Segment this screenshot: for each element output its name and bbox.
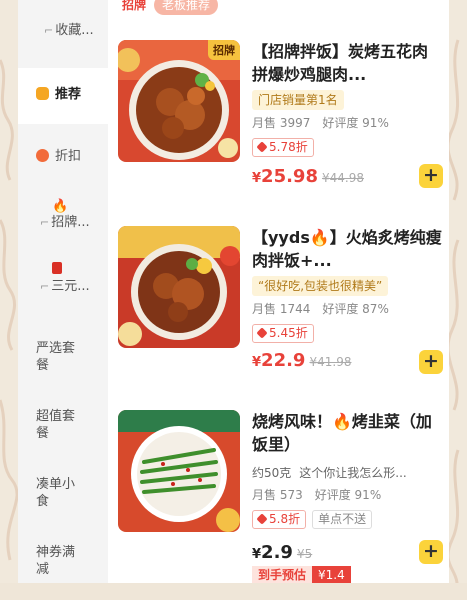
product-desc: 约50克 这个你让我怎么形... — [252, 464, 443, 482]
product-card[interactable]: 烧烤风味！🔥烤韭菜（加饭里） 约50克 这个你让我怎么形... 月售 573 好评度… — [118, 410, 443, 583]
portion-weight: 约50克 — [252, 466, 292, 480]
monthly-sales: 月售 1744 — [252, 302, 311, 316]
sidebar-item-recommend[interactable]: 推荐 — [18, 68, 108, 124]
estimated-label: 到手预估 — [252, 566, 313, 583]
sidebar-item-coupon[interactable]: 神券满减 — [18, 544, 108, 583]
discount-row: 5.8折 单点不送 — [252, 508, 443, 529]
product-stats: 月售 3997 好评度 91% — [252, 114, 443, 132]
rice-bowl-illustration — [118, 226, 240, 348]
discount-row: 5.78折 — [252, 136, 443, 157]
currency-symbol: ¥ — [252, 547, 262, 562]
add-button[interactable]: + — [419, 350, 443, 374]
sidebar-item-value-set[interactable]: 超值套餐 — [18, 408, 108, 448]
favorites-icon: ⌐ — [44, 24, 54, 37]
product-title[interactable]: 【招牌拌饭】炭烤五花肉拼爆炒鸡腿肉... — [252, 40, 443, 86]
product-info: 【yyds🔥】火焰炙烤纯瘦肉拌饭+... “很好吃,包装也很精美” 月售 174… — [252, 226, 443, 343]
signature-badge: 招牌 — [208, 40, 240, 60]
rank-tag: 门店销量第1名 — [252, 90, 344, 110]
discount-text: 5.45折 — [269, 326, 308, 340]
product-image[interactable]: 招牌 — [118, 40, 240, 162]
category-sidebar: ⌐ 收藏... 推荐 折扣 🔥 ⌐ 招牌... ⌐ 三元... 严选套餐 超值套餐 凑… — [18, 0, 108, 583]
rating: 好评度 91% — [322, 116, 389, 130]
add-button[interactable]: + — [419, 540, 443, 564]
product-card[interactable]: 招牌 【招牌拌饭】炭烤五花肉拼爆炒鸡腿肉... 门店销量第1名 月售 3997 好… — [118, 40, 443, 210]
discount-row: 5.45折 — [252, 322, 443, 343]
discount-tag: 5.45折 — [252, 324, 314, 343]
recommend-icon — [36, 87, 49, 100]
current-price: ¥22.9 — [252, 350, 305, 371]
rating: 好评度 87% — [322, 302, 389, 316]
product-info: 【招牌拌饭】炭烤五花肉拼爆炒鸡腿肉... 门店销量第1名 月售 3997 好评度 … — [252, 40, 443, 157]
chive-skewer-illustration — [118, 410, 240, 532]
price-value: 22.9 — [261, 350, 306, 371]
sidebar-item-favorites[interactable]: ⌐ 收藏... — [18, 22, 108, 62]
product-title[interactable]: 烧烤风味！🔥烤韭菜（加饭里） — [252, 410, 443, 456]
product-stats: 月售 573 好评度 91% — [252, 486, 443, 504]
original-price: ¥44.98 — [321, 171, 364, 185]
price-row: ¥22.9 ¥41.98 — [252, 350, 351, 371]
current-price: ¥25.98 — [252, 166, 318, 187]
product-info: 烧烤风味！🔥烤韭菜（加饭里） 约50克 这个你让我怎么形... 月售 573 好评度… — [252, 410, 443, 529]
currency-symbol: ¥ — [252, 355, 262, 370]
tag-icon — [256, 327, 268, 339]
original-price: ¥5 — [296, 547, 313, 561]
section-tag: 招牌 — [118, 0, 151, 15]
estimated-price: 到手预估 ¥1.4 — [252, 566, 351, 583]
bracket-mark: ⌐ — [40, 280, 50, 293]
red-packet-icon — [40, 262, 108, 278]
bracket-mark: ⌐ — [40, 216, 50, 229]
app-frame: ⌐ 收藏... 推荐 折扣 🔥 ⌐ 招牌... ⌐ 三元... 严选套餐 超值套餐 凑… — [18, 0, 449, 583]
discount-text: 5.78折 — [269, 140, 308, 154]
discount-tag: 5.8折 — [252, 510, 307, 529]
discount-text: 5.8折 — [269, 512, 301, 526]
monthly-sales: 月售 573 — [252, 488, 303, 502]
sidebar-item-premium-set[interactable]: 严选套餐 — [18, 340, 108, 380]
review-snippet: 这个你让我怎么形... — [299, 466, 407, 480]
tag-icon — [256, 513, 268, 525]
current-price: ¥2.9 — [252, 542, 293, 563]
monthly-sales: 月售 3997 — [252, 116, 311, 130]
product-image[interactable] — [118, 410, 240, 532]
price-value: 25.98 — [261, 166, 318, 187]
fire-icon: 🔥 — [52, 199, 69, 214]
estimated-value: ¥1.4 — [312, 566, 351, 583]
product-stats: 月售 1744 好评度 87% — [252, 300, 443, 318]
currency-symbol: ¥ — [252, 171, 262, 186]
section-subtag: 老板推荐 — [154, 0, 219, 15]
tag-icon — [256, 141, 268, 153]
sidebar-item-signature[interactable]: 🔥 ⌐ 招牌... — [18, 200, 108, 248]
price-row: ¥2.9 ¥5 — [252, 542, 312, 563]
rating: 好评度 91% — [314, 488, 382, 502]
no-single-delivery-tag: 单点不送 — [312, 510, 373, 529]
sidebar-item-sanyuan[interactable]: ⌐ 三元... — [18, 262, 108, 310]
original-price: ¥41.98 — [309, 355, 352, 369]
review-quote-tag: “很好吃,包装也很精美” — [252, 276, 389, 296]
product-card[interactable]: 【yyds🔥】火焰炙烤纯瘦肉拌饭+... “很好吃,包装也很精美” 月售 174… — [118, 226, 443, 396]
add-button[interactable]: + — [419, 164, 443, 188]
discount-tag: 5.78折 — [252, 138, 314, 157]
sidebar-item-snacks[interactable]: 凑单小食 — [18, 476, 108, 516]
section-header: 招牌 老板推荐 — [118, 0, 219, 16]
discount-icon — [36, 149, 49, 162]
price-row: ¥25.98 ¥44.98 — [252, 166, 364, 187]
price-value: 2.9 — [261, 542, 293, 563]
product-image[interactable] — [118, 226, 240, 348]
product-title[interactable]: 【yyds🔥】火焰炙烤纯瘦肉拌饭+... — [252, 226, 443, 272]
sidebar-item-discount[interactable]: 折扣 — [18, 138, 108, 178]
